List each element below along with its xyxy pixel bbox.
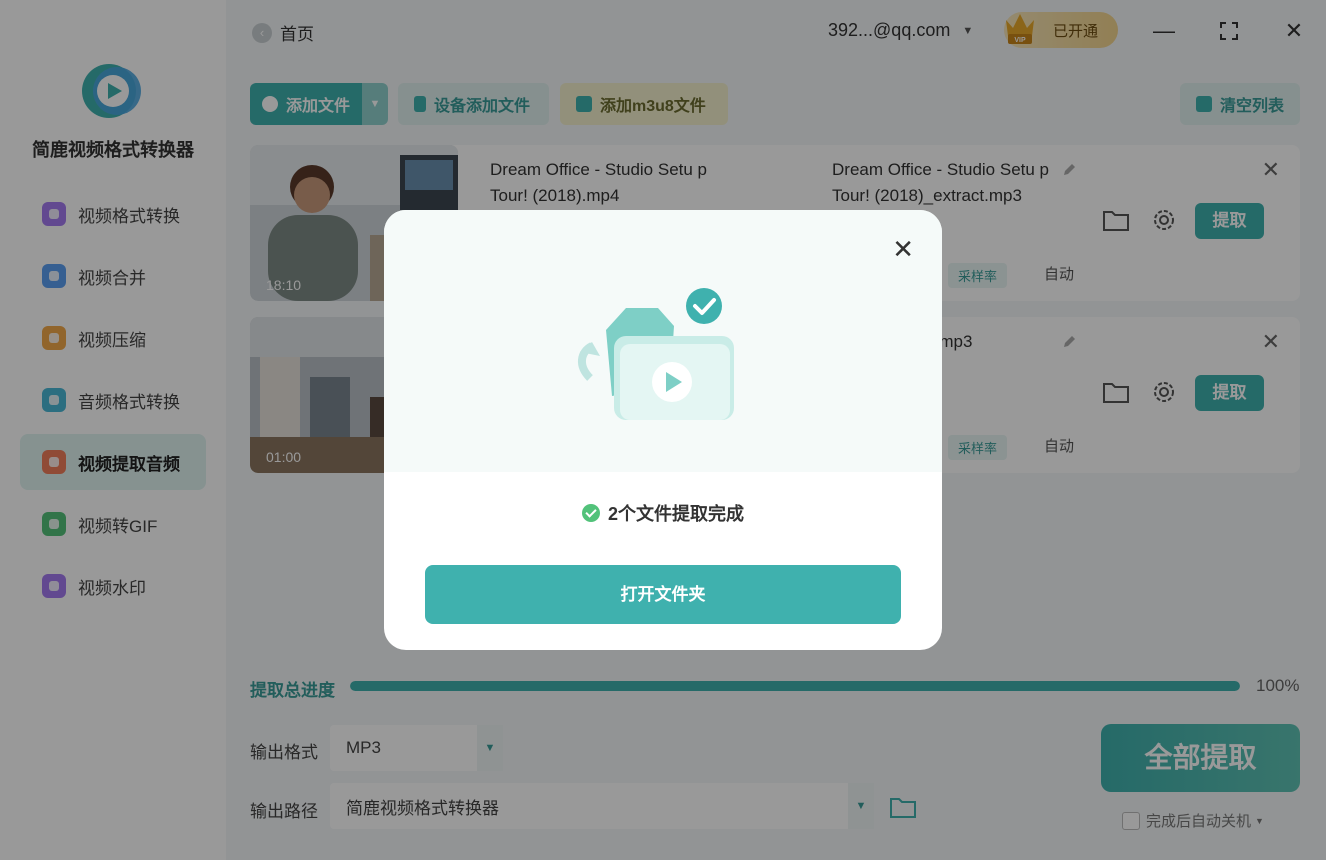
app-window: 简鹿视频格式转换器 视频格式转换 视频合并 视频压缩 音频格式转换 视频提取音频 — [0, 0, 1326, 860]
close-dialog-button[interactable]: ✕ — [892, 236, 914, 262]
completion-status: 2个文件提取完成 — [384, 500, 942, 526]
completion-message: 2个文件提取完成 — [607, 504, 744, 524]
check-circle-icon — [581, 504, 600, 522]
folder-complete-illustration — [578, 288, 734, 420]
completion-dialog: ✕ 2个文件提取完成 打开文件夹 — [384, 210, 942, 650]
open-folder-button[interactable]: 打开文件夹 — [425, 565, 901, 624]
